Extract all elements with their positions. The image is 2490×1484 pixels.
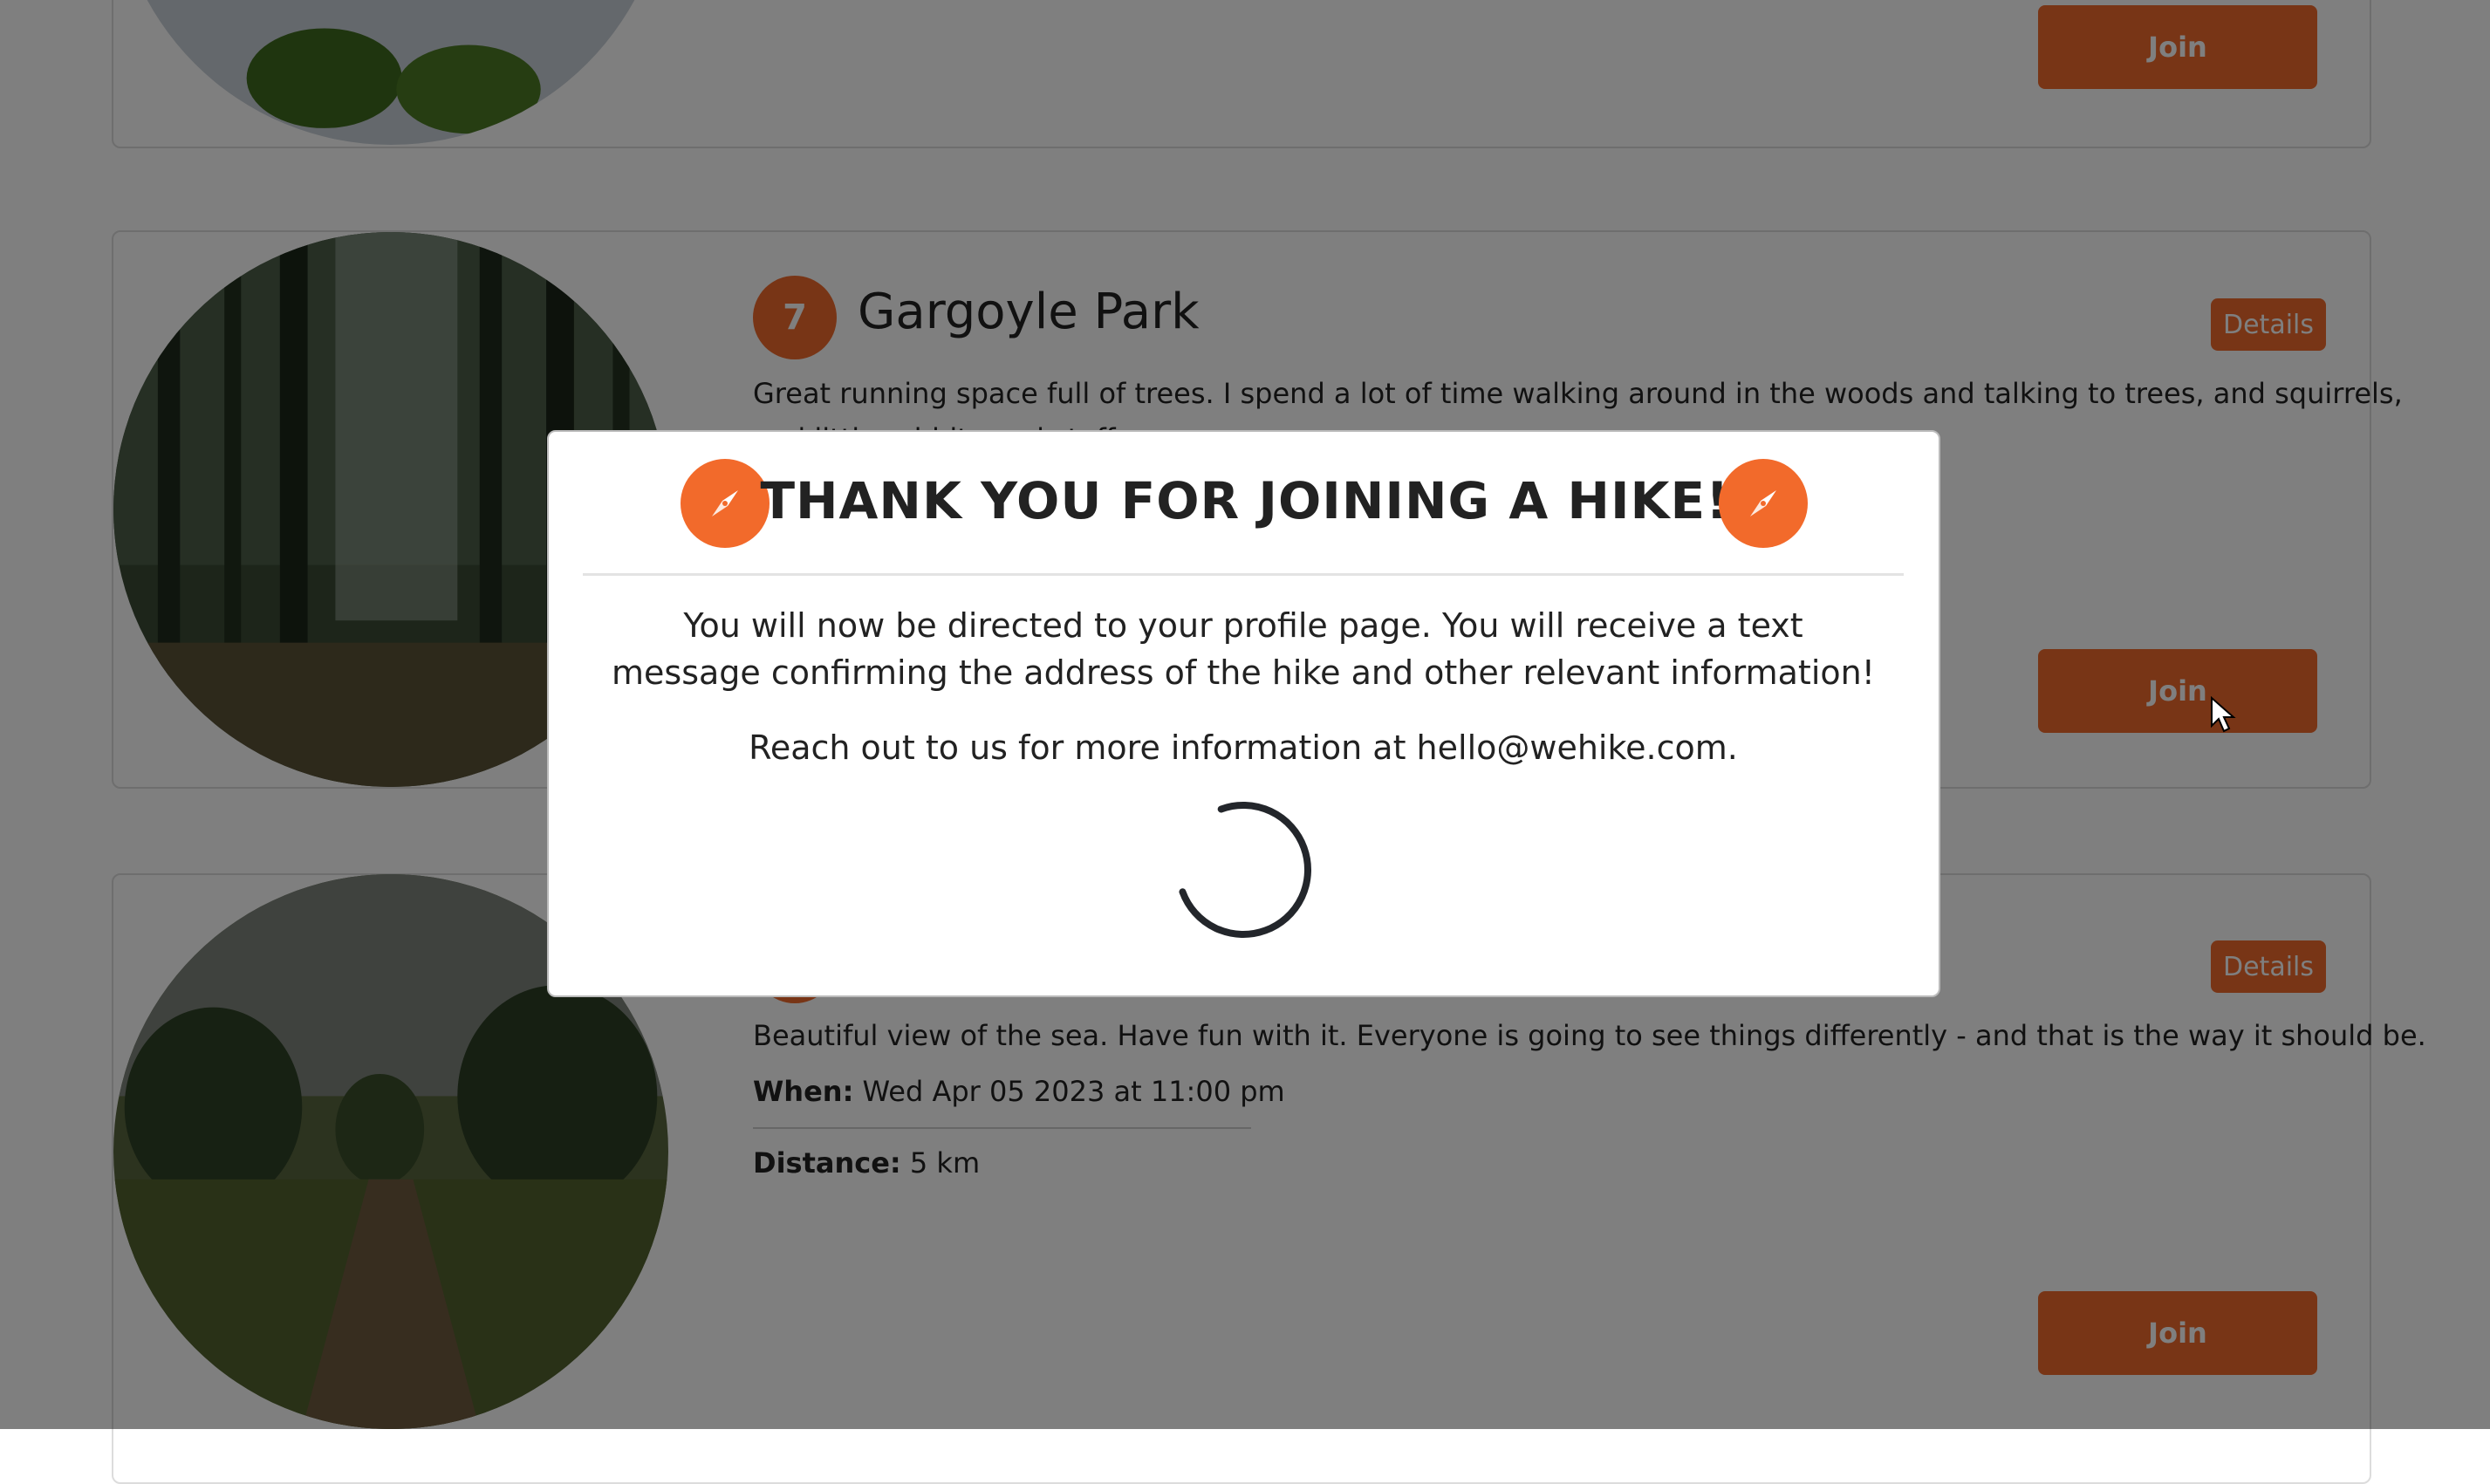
loading-spinner	[1179, 802, 1311, 938]
modal-title: THANK YOU FOR JOINING A HIKE!	[760, 471, 1730, 530]
compass-icon	[1719, 459, 1808, 548]
mouse-cursor-icon	[2211, 696, 2236, 733]
modal-message: You will now be directed to your profile…	[612, 606, 1875, 692]
modal-divider	[583, 573, 1904, 576]
modal-contact: Reach out to us for more information at …	[749, 728, 1738, 767]
